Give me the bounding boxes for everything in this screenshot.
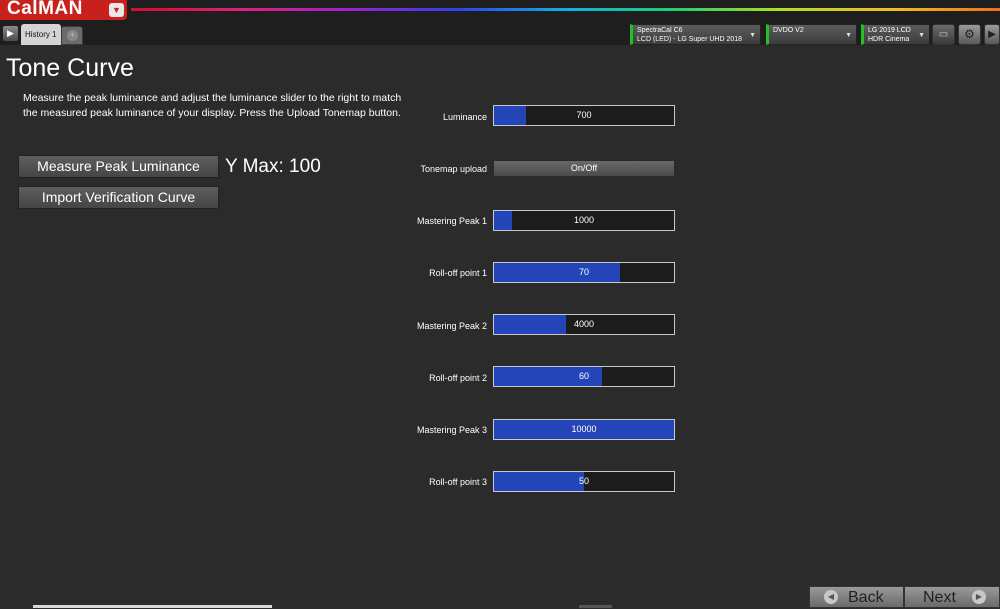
play-icon[interactable]: ▶ [2, 25, 19, 42]
slider-value: 50 [578, 476, 589, 486]
chevron-down-icon: ▼ [918, 32, 925, 39]
mastering-peak-1-label: Mastering Peak 1 [416, 216, 487, 226]
next-button[interactable]: Next ▶ [904, 586, 1000, 608]
chevron-down-icon: ▼ [749, 32, 756, 39]
mastering-peak-3-slider[interactable]: 10000 [493, 419, 675, 440]
dropdown-arrow-icon: ▼ [109, 3, 124, 17]
source-selector[interactable]: DVDO V2 ▼ [766, 24, 857, 45]
tonemap-toggle-button[interactable]: On/Off [493, 160, 675, 177]
slider-value: 4000 [573, 319, 595, 329]
slider-value: 60 [578, 371, 589, 381]
slider-value: 70 [578, 267, 589, 277]
rolloff-point-1-label: Roll-off point 1 [429, 268, 487, 278]
page-title: Tone Curve [6, 54, 134, 82]
mastering-peak-1-slider[interactable]: 1000 [493, 210, 675, 231]
rolloff-point-2-slider[interactable]: 60 [493, 366, 675, 387]
back-button[interactable]: ◀ Back [809, 586, 904, 608]
mastering-peak-3-label: Mastering Peak 3 [416, 425, 487, 435]
y-max-readout: Y Max: 100 [225, 156, 321, 177]
source-name: DVDO V2 [773, 27, 804, 34]
slider-value: 700 [576, 110, 592, 120]
logo-text: CalMAN [7, 0, 83, 19]
monitor-icon[interactable]: ▭ [932, 24, 955, 45]
rolloff-point-3-label: Roll-off point 3 [429, 477, 487, 487]
gear-icon[interactable]: ⚙ [958, 24, 981, 45]
rolloff-point-1-slider[interactable]: 70 [493, 262, 675, 283]
slider-value: 1000 [573, 215, 595, 225]
luminance-label: Luminance [442, 112, 487, 122]
tab-history-1[interactable]: History 1 [21, 24, 61, 45]
slider-value: 10000 [571, 424, 597, 434]
calman-logo-button[interactable]: CalMAN ▼ [0, 0, 127, 20]
tonemap-upload-label: Tonemap upload [420, 164, 487, 174]
meter-name: SpectraCal C6 [637, 27, 683, 34]
back-arrow-icon: ◀ [824, 590, 838, 604]
rolloff-point-2-label: Roll-off point 2 [429, 373, 487, 383]
rainbow-strip [131, 8, 1000, 11]
top-bar [0, 0, 1000, 22]
meter-selector[interactable]: SpectraCal C6 LCD (LED) - LG Super UHD 2… [630, 24, 761, 45]
add-tab-button[interactable]: + [61, 26, 83, 45]
chevron-right-icon[interactable]: ▶ [984, 24, 1000, 45]
luminance-slider[interactable]: 700 [493, 105, 675, 126]
next-label: Next [923, 589, 956, 606]
meter-profile: LCD (LED) - LG Super UHD 2018 [637, 36, 743, 43]
back-label: Back [848, 589, 884, 606]
plus-icon: + [67, 30, 78, 41]
mastering-peak-2-slider[interactable]: 4000 [493, 314, 675, 335]
measure-peak-luminance-button[interactable]: Measure Peak Luminance [18, 155, 219, 178]
mastering-peak-2-label: Mastering Peak 2 [416, 321, 487, 331]
chevron-down-icon: ▼ [845, 32, 852, 39]
display-selector[interactable]: LG 2019 LCD HDR Cinema ▼ [861, 24, 930, 45]
next-arrow-icon: ▶ [972, 590, 986, 604]
import-verification-curve-button[interactable]: Import Verification Curve [18, 186, 219, 209]
rolloff-point-3-slider[interactable]: 50 [493, 471, 675, 492]
